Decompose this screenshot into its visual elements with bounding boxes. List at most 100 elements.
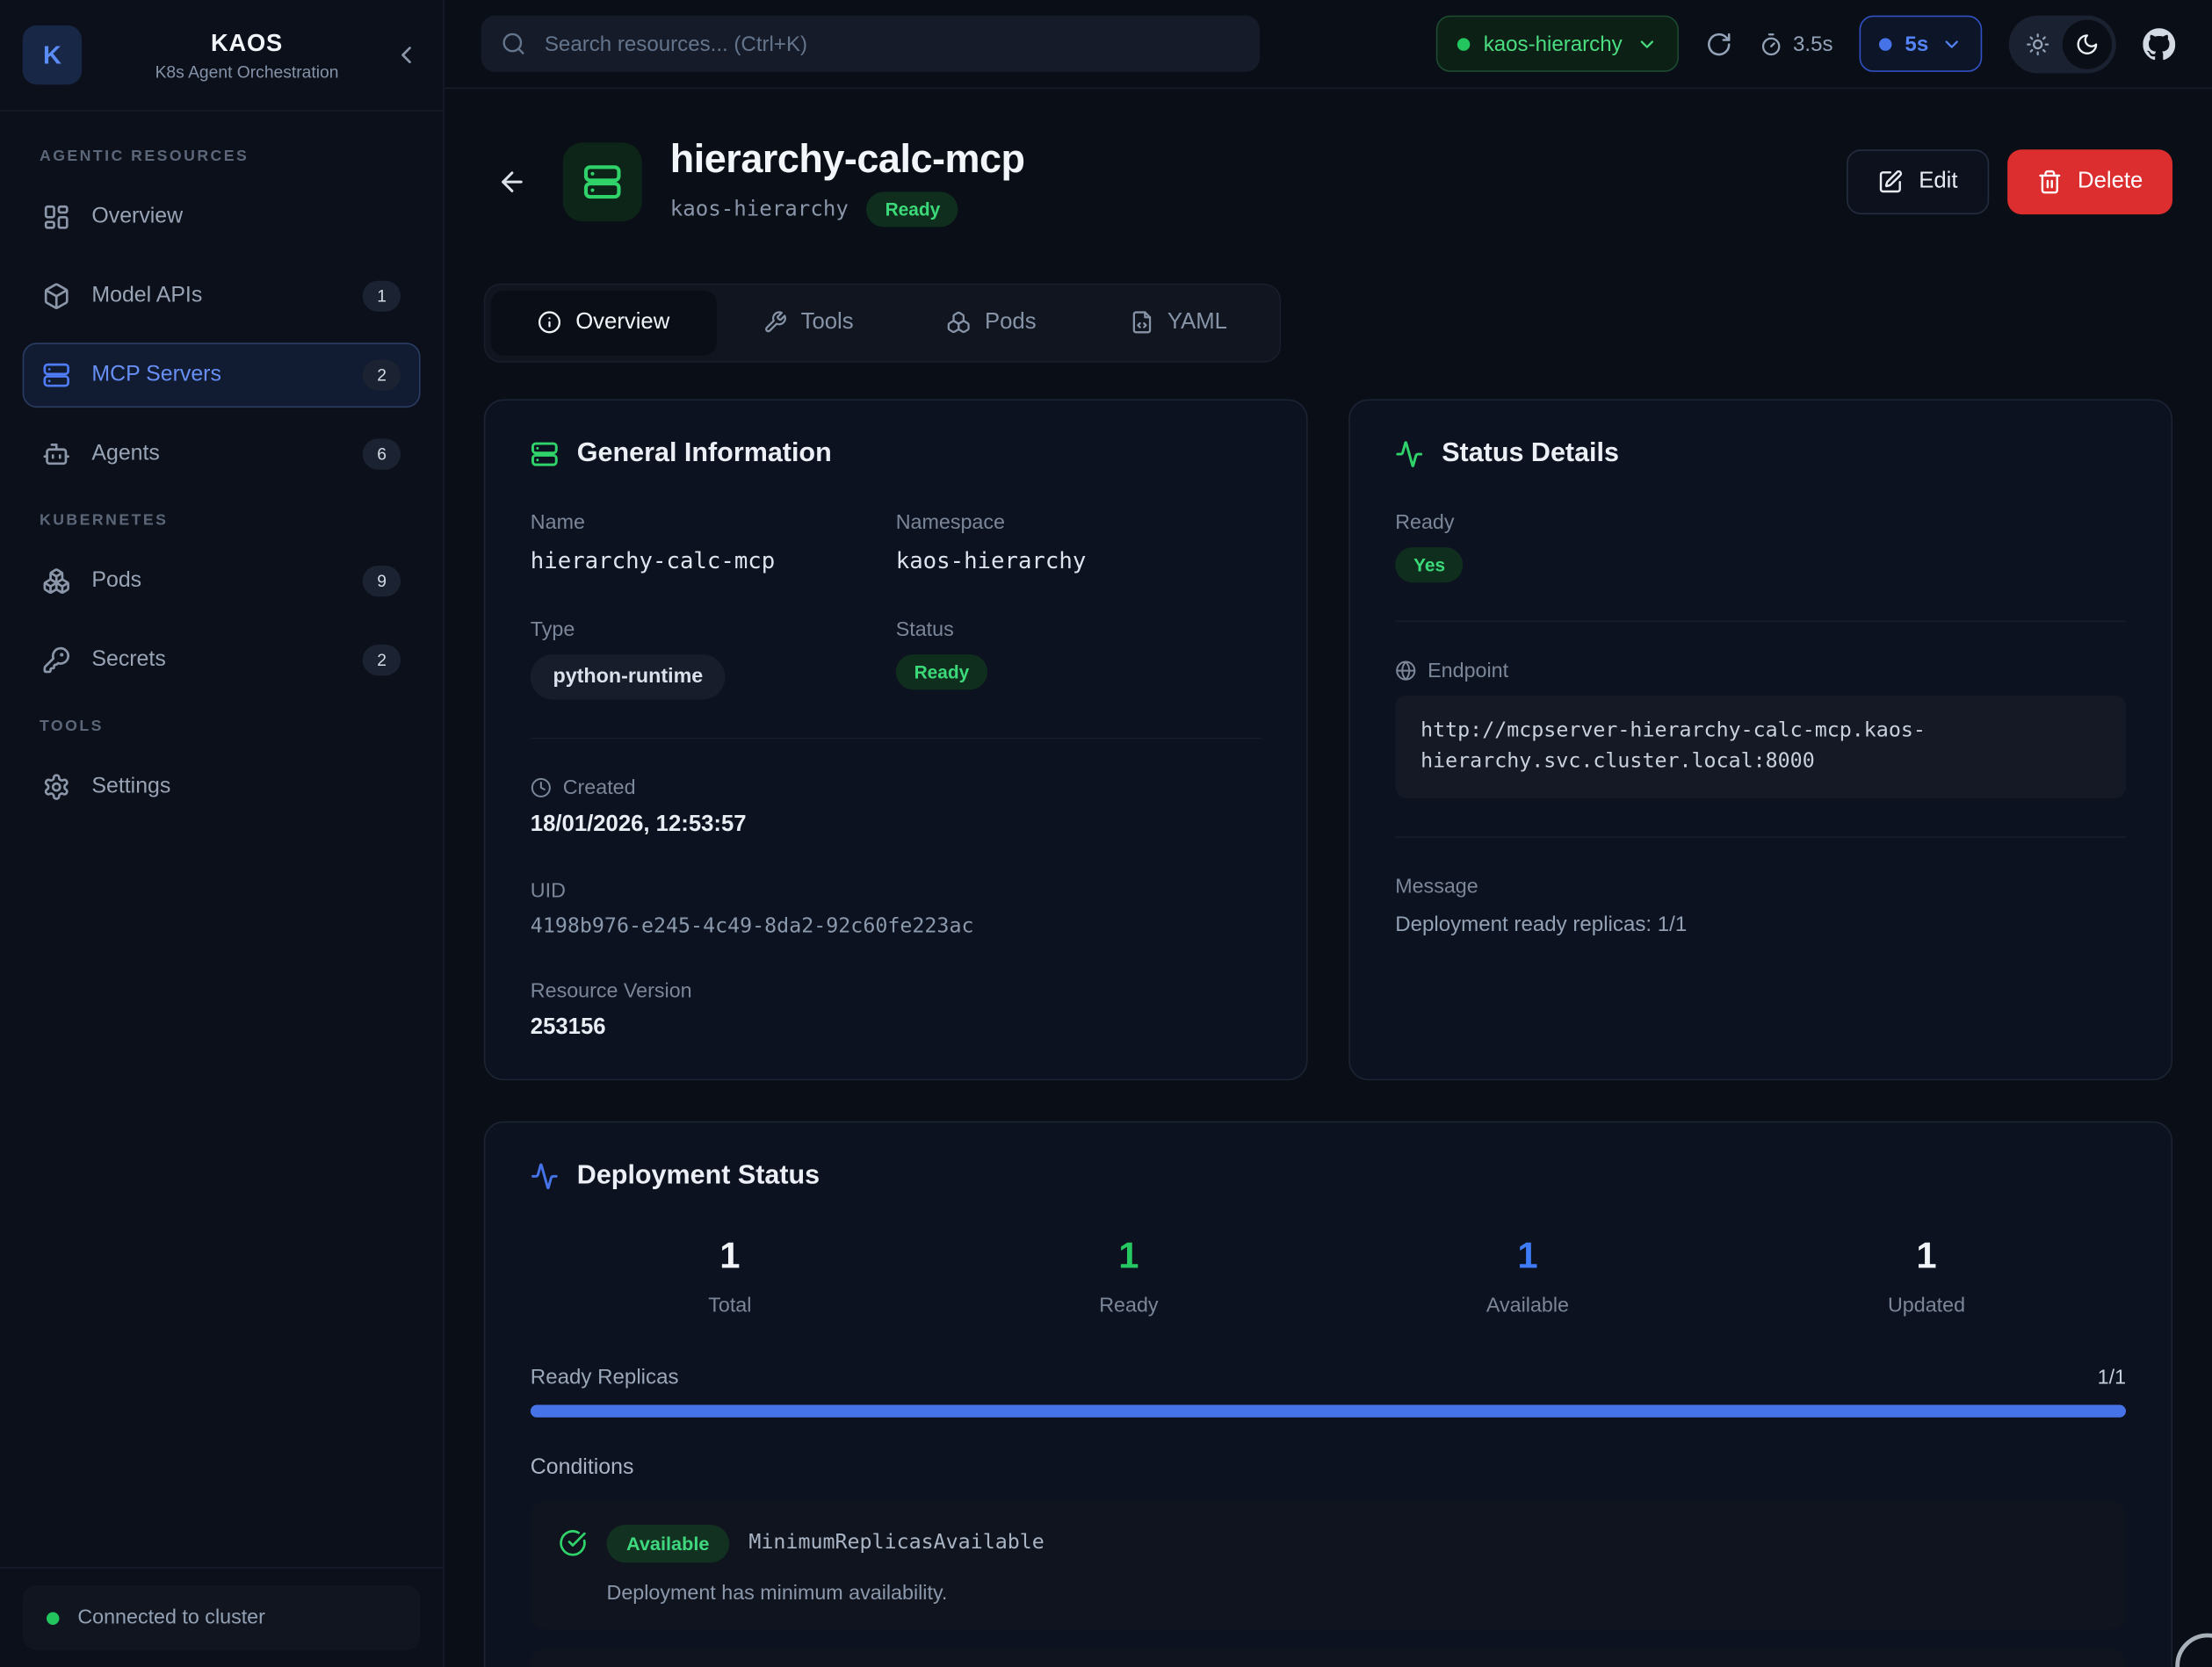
sidebar-item-mcp-servers[interactable]: MCP Servers 2 [23,343,421,408]
ready-replicas-progress-track [531,1404,2126,1417]
chevron-down-icon [1637,33,1658,54]
theme-toggle [2009,15,2116,73]
condition-available: Available MinimumReplicasAvailable Deplo… [531,1500,2126,1628]
namespace-selector-value: kaos-hierarchy [1484,32,1623,55]
stat-total: 1 Total [531,1234,929,1317]
tab-yaml[interactable]: YAML [1083,290,1274,355]
count-badge: 2 [363,359,401,390]
connection-status-text: Connected to cluster [77,1606,265,1629]
endpoint-label: Endpoint [1395,660,2126,682]
page-header: hierarchy-calc-mcp kaos-hierarchy Ready … [484,138,2172,227]
sidebar-item-label: Model APIs [91,284,202,309]
ready-replicas-progress-fill [531,1404,2126,1417]
namespace-label: Namespace [896,512,1261,535]
dark-theme-button[interactable] [2063,19,2112,69]
sidebar-item-label: Secrets [91,647,165,673]
key-icon [42,646,70,674]
stat-updated: 1 Updated [1727,1234,2126,1317]
status-label: Status [896,619,1261,642]
search-bar[interactable] [481,16,1260,72]
conditions-label: Conditions [531,1455,2126,1481]
count-badge: 6 [363,438,401,469]
name-label: Name [531,512,896,535]
tab-pods[interactable]: Pods [900,290,1083,355]
sidebar-item-secrets[interactable]: Secrets 2 [23,628,421,693]
card-title: Deployment Status [577,1160,820,1191]
sidebar-collapse-button[interactable] [392,41,420,69]
stat-ready: 1 Ready [929,1234,1328,1317]
condition-status-badge: Available [607,1525,729,1562]
namespace-selector[interactable]: kaos-hierarchy [1435,16,1679,72]
status-details-card: Status Details Ready Yes Endpoint http:/… [1348,399,2172,1080]
sidebar-nav: AGENTIC RESOURCES Overview Model APIs 1 … [0,112,443,819]
ready-replicas-label: Ready Replicas [531,1365,679,1389]
sidebar-item-pods[interactable]: Pods 9 [23,549,421,614]
section-title-agentic-resources: AGENTIC RESOURCES [40,148,421,165]
file-code-icon [1130,311,1153,335]
sidebar-item-label: Pods [91,568,141,594]
ready-value-badge: Yes [1395,547,1464,582]
check-circle-icon [559,1529,587,1557]
count-badge: 2 [363,645,401,675]
resource-icon-box [563,143,642,222]
search-input[interactable] [542,31,1240,58]
github-link[interactable] [2143,27,2175,60]
sidebar-item-agents[interactable]: Agents 6 [23,422,421,487]
wrench-icon [763,311,786,335]
count-badge: 1 [363,281,401,312]
resource-version-label: Resource Version [531,980,1261,1003]
resource-version-value: 253156 [531,1015,1261,1041]
moon-icon [2075,32,2099,55]
ready-label: Ready [1395,512,2126,535]
logo-letter: K [43,40,61,70]
refresh-button[interactable] [1705,31,1732,58]
edit-button[interactable]: Edit [1847,150,1989,215]
endpoint-value: http://mcpserver-hierarchy-calc-mcp.kaos… [1395,695,2126,797]
divider [1395,620,2126,622]
info-icon [538,311,561,335]
type-label: Type [531,619,896,642]
tab-overview[interactable]: Overview [491,290,716,355]
sidebar-item-label: Overview [91,205,183,230]
page-title: hierarchy-calc-mcp [670,138,1025,181]
condition-reason: MinimumReplicasAvailable [748,1532,1044,1555]
divider [1395,836,2126,838]
topbar: kaos-hierarchy 3.5s 5s [445,0,2212,89]
tab-label: Tools [801,310,854,336]
sidebar-item-settings[interactable]: Settings [23,754,421,819]
back-button[interactable] [484,155,540,211]
section-title-tools: TOOLS [40,718,421,734]
delete-button-label: Delete [2078,170,2143,195]
refresh-interval-selector[interactable]: 5s [1860,16,1982,72]
globe-icon [1395,660,1416,682]
chevron-down-icon [1941,33,1963,54]
sidebar-item-label: Agents [91,442,160,467]
cube-icon [42,282,70,310]
clock-icon [531,777,552,798]
edit-pencil-icon [1878,170,1904,195]
delete-button[interactable]: Delete [2007,150,2172,215]
app-name: KAOS [102,29,393,57]
sidebar-item-overview[interactable]: Overview [23,184,421,249]
general-information-card: General Information Name hierarchy-calc-… [484,399,1308,1080]
server-icon [531,440,559,468]
sidebar-item-model-apis[interactable]: Model APIs 1 [23,263,421,328]
github-icon [2143,27,2175,60]
sidebar-header: K KAOS K8s Agent Orchestration [0,0,443,112]
robot-icon [42,440,70,468]
edit-button-label: Edit [1919,170,1957,195]
dashboard-grid-icon [42,203,70,231]
server-icon [582,162,622,202]
namespace-status-dot [1457,38,1469,50]
divider [531,738,1261,740]
search-icon [501,31,526,56]
status-badge: Ready [867,191,958,227]
cluster-connection-status: Connected to cluster [23,1585,421,1650]
main-content: hierarchy-calc-mcp kaos-hierarchy Ready … [445,89,2212,1667]
type-value-chip: python-runtime [531,654,726,699]
sidebar-footer: Connected to cluster [0,1567,443,1667]
arrow-left-icon [496,167,527,198]
tab-tools[interactable]: Tools [716,290,900,355]
light-theme-button[interactable] [2013,19,2063,69]
ready-replicas-value: 1/1 [2098,1367,2126,1389]
